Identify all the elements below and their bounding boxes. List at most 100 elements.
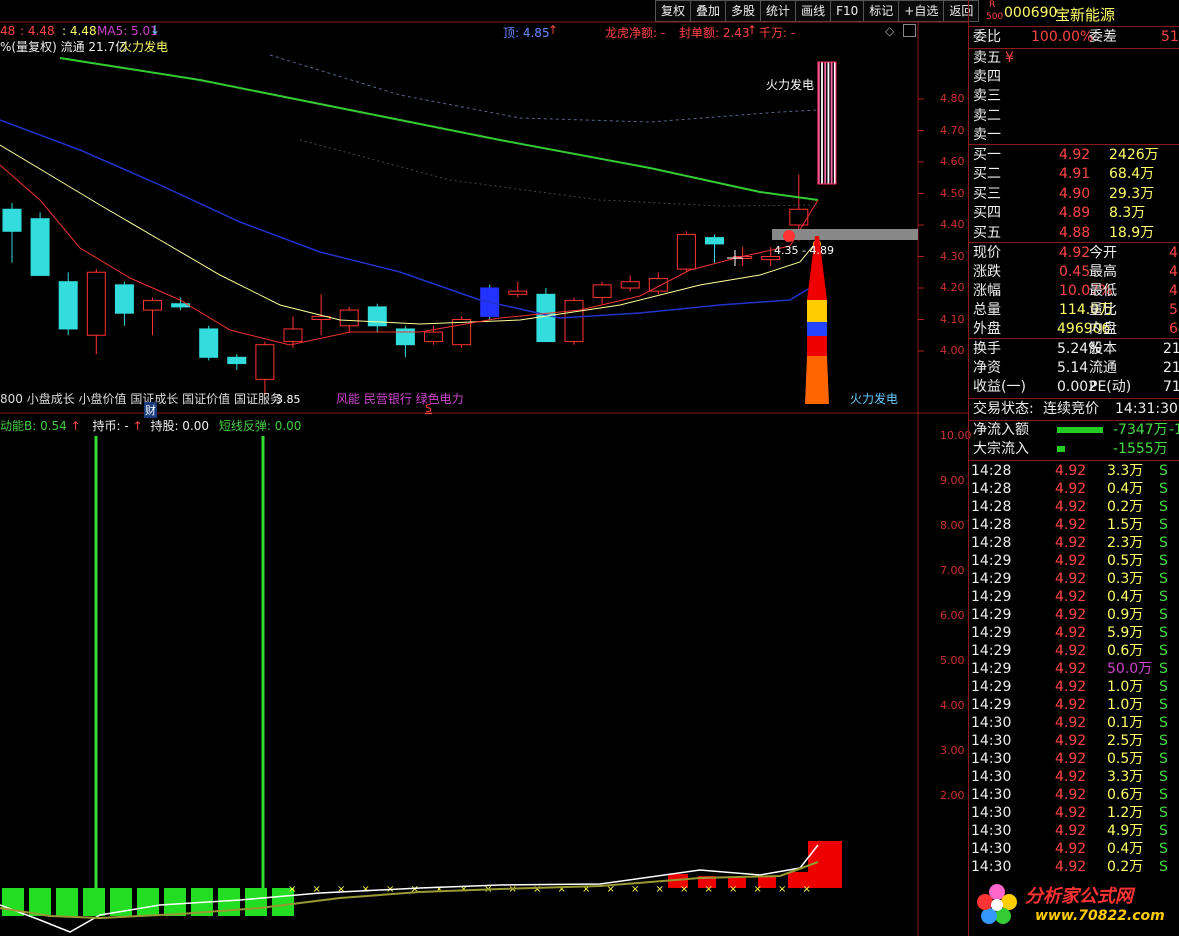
candle-body (564, 300, 584, 343)
tick-time: 14:30 (971, 823, 1012, 839)
tick-volume: 50.0万 (1107, 661, 1153, 677)
tick-row: 14:29 4.92 50.0万 S (971, 660, 1178, 678)
volume-tick: 7.00 (940, 564, 965, 577)
stat2-label: 换手 (973, 341, 1001, 357)
volume-tick: 8.00 (940, 519, 965, 532)
stat2-label: 净资 (973, 360, 1001, 376)
tick-time: 14:30 (971, 805, 1012, 821)
sell-label: 卖四 (973, 69, 1001, 86)
indicator-label-1: 动能B: 0.54 (0, 419, 67, 433)
indicator-header: 动能B: 0.54 ↑ 持币: - ↑ 持股: 0.00 短线反弹: 0.00 (0, 417, 301, 433)
tick-volume: 0.6万 (1107, 787, 1144, 803)
stat-label-2: 量比 (1089, 302, 1117, 318)
tick-price: 4.92 (1055, 805, 1087, 821)
tick-row: 14:29 4.92 0.6万 S (971, 642, 1178, 660)
candle-body (789, 208, 809, 226)
candle-body (86, 271, 106, 336)
tick-row: 14:28 4.92 3.3万 S (971, 462, 1178, 480)
stat-value-2: 643 (1169, 321, 1179, 337)
stat-value: 0.45 (1059, 264, 1091, 280)
buy-price: 4.91 (1059, 166, 1091, 183)
tick-side: S (1159, 751, 1168, 767)
buy-row: 买一 4.92 2426万 (973, 146, 1179, 164)
s-marker: S (425, 402, 432, 415)
net-inflow-bar (1057, 427, 1103, 433)
sell-price: ¥ (1005, 50, 1014, 66)
indicator-cross-mark: × (435, 884, 443, 895)
limit-up-bar-stripe (827, 62, 830, 184)
sell-label: 卖三 (973, 88, 1001, 105)
tick-side: S (1159, 463, 1168, 479)
tick-price: 4.92 (1055, 661, 1087, 677)
tick-side: S (1159, 679, 1168, 695)
stat-label: 总量 (973, 302, 1001, 318)
stock-code: 000690 (1004, 5, 1058, 21)
stat-row: 总量 114.0万 量比 5 (973, 301, 1179, 319)
tick-price: 4.92 (1055, 481, 1087, 497)
tick-volume: 0.2万 (1107, 499, 1144, 515)
sell-label: 卖一 (973, 126, 1001, 143)
tick-side: S (1159, 481, 1168, 497)
tick-row: 14:29 4.92 0.3万 S (971, 570, 1178, 588)
candle-body (592, 284, 612, 298)
tick-time: 14:28 (971, 517, 1012, 533)
weibi-row: 委比 100.00% 委差 51 (973, 28, 1179, 46)
stat2-value-2: 21. (1163, 360, 1179, 376)
stat-label-2: 最高 (1089, 264, 1117, 280)
weibi-value: 100.00% (1031, 29, 1094, 45)
signal-tag: 火力发电 (766, 78, 815, 92)
tick-time: 14:29 (971, 679, 1012, 695)
tick-volume: 2.3万 (1107, 535, 1144, 551)
price-tick: 4.50 (940, 186, 965, 200)
buy-volume: 8.3万 (1109, 205, 1146, 222)
volume-tick: 2.00 (940, 789, 965, 802)
buy-label: 买四 (973, 205, 1001, 222)
block-inflow-row: 大宗流入 -1555万 (973, 440, 1179, 458)
price-tick: 4.00 (940, 344, 965, 357)
candle-body (199, 328, 219, 358)
tick-time: 14:30 (971, 787, 1012, 803)
tick-row: 14:30 4.92 0.4万 S (971, 840, 1178, 858)
stat2-label: 收益(一) (973, 379, 1026, 395)
indicator-cross-mark: × (631, 884, 639, 895)
watermark-url: www.70822.com (1035, 908, 1165, 924)
sell-row: 卖五 ¥ (973, 49, 1179, 67)
tick-side: S (1159, 607, 1168, 623)
tick-row: 14:28 4.92 0.4万 S (971, 480, 1178, 498)
finance-badge[interactable]: 财 (144, 402, 157, 418)
stat2-value-2: 71 (1163, 379, 1179, 395)
candle-body (367, 306, 387, 327)
tick-side: S (1159, 517, 1168, 533)
candle-body (620, 281, 640, 289)
tick-volume: 0.4万 (1107, 841, 1144, 857)
tick-price: 4.92 (1055, 553, 1087, 569)
stat-label-2: 内盘 (1089, 321, 1117, 337)
volume-tick: 9.00 (940, 474, 965, 487)
indicator-bar-green (245, 888, 267, 916)
tick-side: S (1159, 625, 1168, 641)
tick-row: 14:29 4.92 0.9万 S (971, 606, 1178, 624)
tick-time: 14:29 (971, 643, 1012, 659)
indicator-bar-green (56, 888, 78, 916)
tick-row: 14:28 4.92 2.3万 S (971, 534, 1178, 552)
indicator-label-2: 持币: - (92, 419, 129, 433)
stat-row: 涨跌 0.45 最高 4 (973, 263, 1179, 281)
indicator-cross-mark: × (362, 884, 370, 895)
stat2-label-2: 流通 (1089, 360, 1117, 376)
limit-up-bar-stripe (824, 62, 827, 184)
rocket-seg-red (807, 336, 827, 356)
tick-volume: 0.5万 (1107, 553, 1144, 569)
candle-body (255, 344, 275, 380)
stat-label: 外盘 (973, 321, 1001, 337)
stat-row: 外盘496906内盘643 (973, 320, 1179, 338)
rocket-flame (805, 356, 829, 404)
kline-chart[interactable]: × × × × × × × × × × × × × × × × × × × × × × (0, 0, 968, 936)
stock-header: R 500 000690 宝新能源 (969, 0, 1179, 26)
tick-price: 4.92 (1055, 859, 1087, 875)
tick-side: S (1159, 805, 1168, 821)
tick-side: S (1159, 571, 1168, 587)
block-inflow-label: 大宗流入 (973, 441, 1029, 457)
tick-volume: 0.9万 (1107, 607, 1144, 623)
net-inflow-row: 净流入额 -7347万 -1 (973, 421, 1179, 439)
buy-label: 买五 (973, 224, 1001, 241)
